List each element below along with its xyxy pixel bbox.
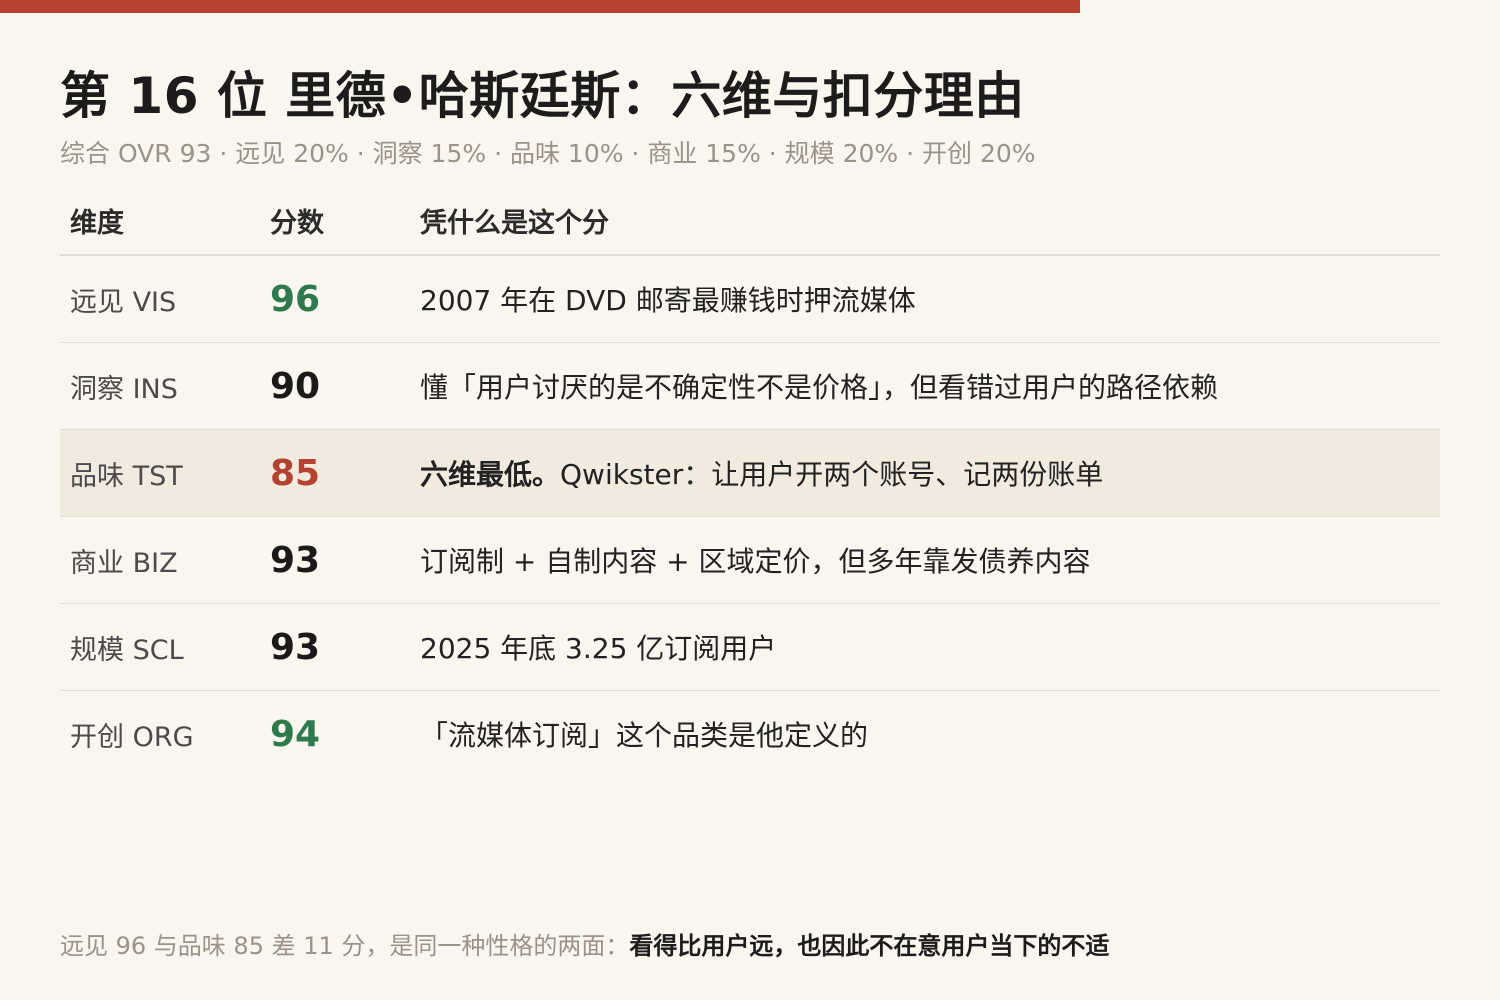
reason-cell: 六维最低。Qwikster：让用户开两个账号、记两份账单 [420, 453, 1440, 493]
dimension-cell: 洞察 INS [70, 373, 178, 405]
score-value: 93 [270, 539, 321, 581]
score-value: 96 [270, 278, 321, 320]
reason-emphasis: 六维最低。 [420, 458, 561, 491]
header-score: 分数 [270, 207, 324, 239]
table-header: 维度 分数 凭什么是这个分 [60, 186, 1440, 256]
reason-cell: 2025 年底 3.25 亿订阅用户 [420, 632, 777, 665]
score-value: 94 [270, 713, 321, 755]
reason-text: Qwikster：让用户开两个账号、记两份账单 [560, 458, 1104, 491]
reason-cell: 「流媒体订阅」这个品类是他定义的 [420, 719, 869, 752]
table-row-highlighted: 品味 TST 85 六维最低。Qwikster：让用户开两个账号、记两份账单 [60, 430, 1440, 517]
reason-cell: 2007 年在 DVD 邮寄最赚钱时押流媒体 [420, 284, 916, 317]
table-row: 洞察 INS 90 懂「用户讨厌的是不确定性不是价格」，但看错过用户的路径依赖 [60, 343, 1440, 430]
table-row: 远见 VIS 96 2007 年在 DVD 邮寄最赚钱时押流媒体 [60, 256, 1440, 343]
header-dimension: 维度 [70, 207, 124, 239]
table-row: 规模 SCL 93 2025 年底 3.25 亿订阅用户 [60, 604, 1440, 691]
dimension-cell: 远见 VIS [70, 286, 177, 318]
dimension-cell: 商业 BIZ [70, 547, 178, 579]
page-title: 第 16 位 里德•哈斯廷斯：六维与扣分理由 [60, 67, 1025, 125]
score-value: 93 [270, 626, 321, 668]
table-row: 商业 BIZ 93 订阅制 + 自制内容 + 区域定价，但多年靠发债养内容 [60, 517, 1440, 604]
score-value: 85 [270, 452, 321, 494]
footer-note: 远见 96 与品味 85 差 11 分，是同一种性格的两面：看得比用户远，也因此… [60, 926, 1109, 961]
reason-cell: 订阅制 + 自制内容 + 区域定价，但多年靠发债养内容 [420, 545, 1091, 578]
top-accent-bar [0, 0, 1080, 13]
score-value: 90 [270, 365, 321, 407]
table-row: 开创 ORG 94 「流媒体订阅」这个品类是他定义的 [60, 691, 1440, 777]
header-reason: 凭什么是这个分 [420, 207, 609, 239]
footer-text: 远见 96 与品味 85 差 11 分，是同一种性格的两面： [60, 932, 630, 960]
reason-cell: 懂「用户讨厌的是不确定性不是价格」，但看错过用户的路径依赖 [420, 371, 1219, 404]
page-subtitle: 综合 OVR 93 · 远见 20% · 洞察 15% · 品味 10% · 商… [60, 139, 1036, 168]
dimension-cell: 规模 SCL [70, 634, 184, 666]
dimension-cell: 品味 TST [70, 460, 183, 492]
dimension-cell: 开创 ORG [70, 721, 194, 753]
score-table: 维度 分数 凭什么是这个分 远见 VIS 96 2007 年在 DVD 邮寄最赚… [60, 186, 1440, 777]
footer-emphasis: 看得比用户远，也因此不在意用户当下的不适 [629, 932, 1110, 960]
